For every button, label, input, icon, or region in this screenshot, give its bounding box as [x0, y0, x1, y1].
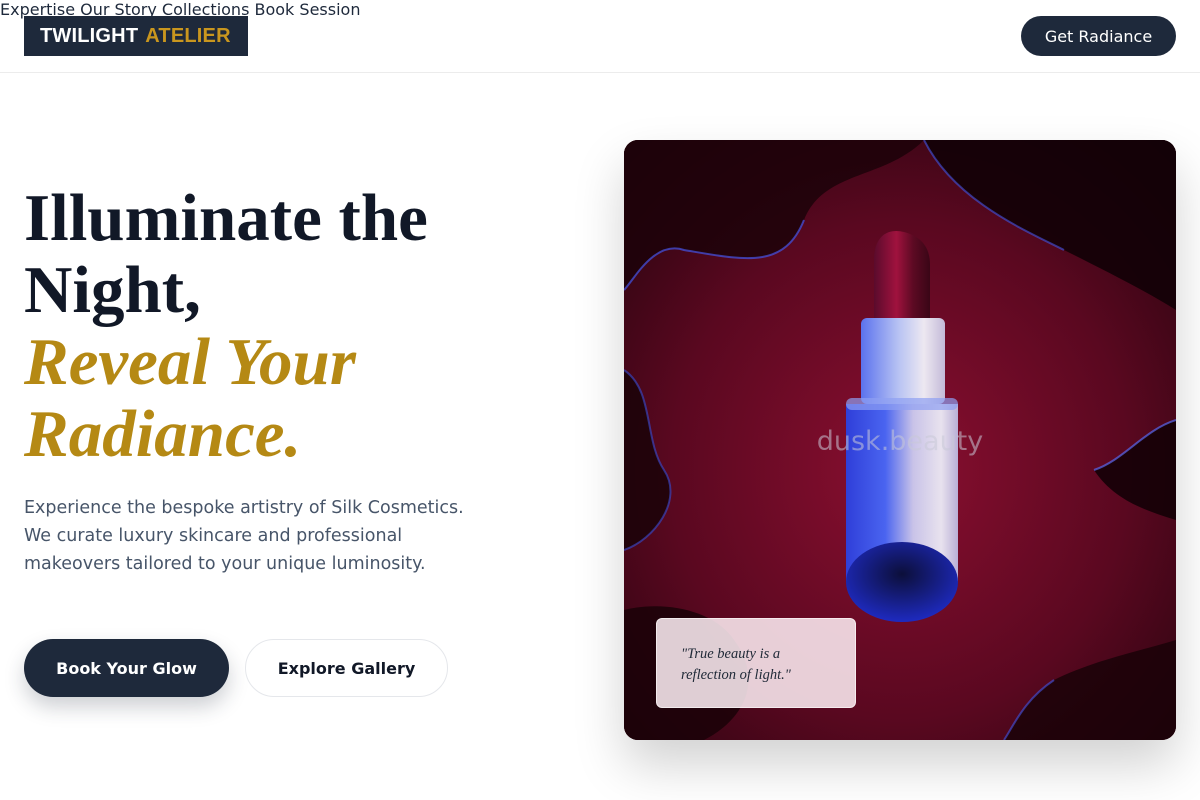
- site-header: TWILIGHT ATELIER Expertise Our Story Col…: [0, 0, 1200, 73]
- headline-line-2: Night,: [24, 253, 201, 327]
- brand-name-accent: ATELIER: [145, 24, 231, 47]
- image-watermark: dusk.beauty: [816, 426, 984, 457]
- hero-description: Experience the bespoke artistry of Silk …: [24, 498, 464, 574]
- headline-line-1: Illuminate the: [24, 181, 428, 255]
- nav-item-book-session[interactable]: Book Session: [255, 0, 361, 19]
- hero-headline: Illuminate the Night, Reveal Your Radian…: [24, 182, 544, 470]
- quote-text: "True beauty is a reflection of light.": [681, 646, 791, 683]
- hero-lipstick-image: dusk.beauty "True beauty is a reflection…: [624, 140, 1176, 740]
- brand-name-primary: TWILIGHT: [40, 24, 139, 47]
- headline-accent-line-2: Radiance.: [24, 397, 302, 471]
- headline-accent-line-1: Reveal Your: [24, 325, 356, 399]
- brand-logo[interactable]: TWILIGHT ATELIER: [24, 16, 248, 56]
- explore-gallery-button[interactable]: Explore Gallery: [245, 639, 448, 697]
- quote-card: "True beauty is a reflection of light.": [656, 618, 856, 708]
- book-your-glow-button[interactable]: Book Your Glow: [24, 639, 229, 697]
- get-radiance-button[interactable]: Get Radiance: [1021, 16, 1176, 56]
